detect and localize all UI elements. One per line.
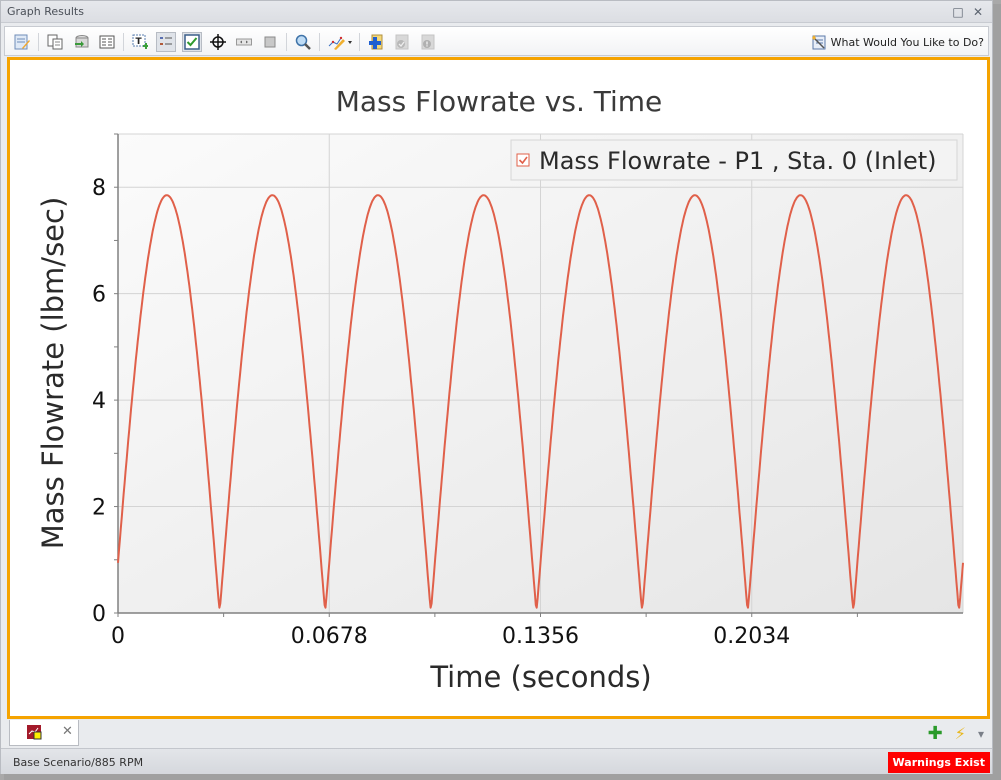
tab-menu-button[interactable]: ▾ <box>978 727 984 741</box>
legend-checkbox[interactable] <box>516 153 530 167</box>
y-tick-label: 2 <box>92 496 106 521</box>
lightning-button[interactable]: ⚡ <box>955 724 966 743</box>
x-tick-label: 0.0678 <box>291 624 368 649</box>
add-tab-button[interactable]: ✚ <box>928 723 943 744</box>
legend-label: Mass Flowrate - P1 , Sta. 0 (Inlet) <box>539 147 937 175</box>
y-tick-label: 6 <box>92 283 106 308</box>
chart-title: Mass Flowrate vs. Time <box>336 85 663 118</box>
tab-strip: ✕ ✚ ⚡ ▾ <box>1 719 992 747</box>
legend[interactable]: Mass Flowrate - P1 , Sta. 0 (Inlet) <box>510 139 958 181</box>
graph-results-window: Graph Results □ ✕ T What Would You Like … <box>0 0 993 774</box>
x-tick-label: 0 <box>111 624 125 649</box>
tab-graph[interactable]: ✕ <box>9 720 79 746</box>
y-axis-label: Mass Flowrate (lbm/sec) <box>36 197 70 550</box>
y-tick-label: 0 <box>92 602 106 627</box>
x-axis-label: Time (seconds) <box>429 660 651 694</box>
graph-tab-icon <box>27 725 42 740</box>
x-tick-label: 0.2034 <box>713 624 790 649</box>
tab-close-button[interactable]: ✕ <box>62 724 73 739</box>
chart: Mass Flowrate vs. Time 0 2 4 6 8 0 0.0678 0.135… <box>36 85 964 694</box>
y-tick-label: 4 <box>92 389 106 414</box>
warnings-badge[interactable]: Warnings Exist <box>887 752 990 773</box>
chart-frame: Mass Flowrate vs. Time 0 2 4 6 8 0 0.0678 0.135… <box>7 57 990 719</box>
scenario-label: Base Scenario/885 RPM <box>13 756 144 769</box>
y-tick-label: 8 <box>92 176 106 201</box>
x-tick-label: 0.1356 <box>502 624 579 649</box>
status-bar: Base Scenario/885 RPM Warnings Exist <box>1 748 992 774</box>
